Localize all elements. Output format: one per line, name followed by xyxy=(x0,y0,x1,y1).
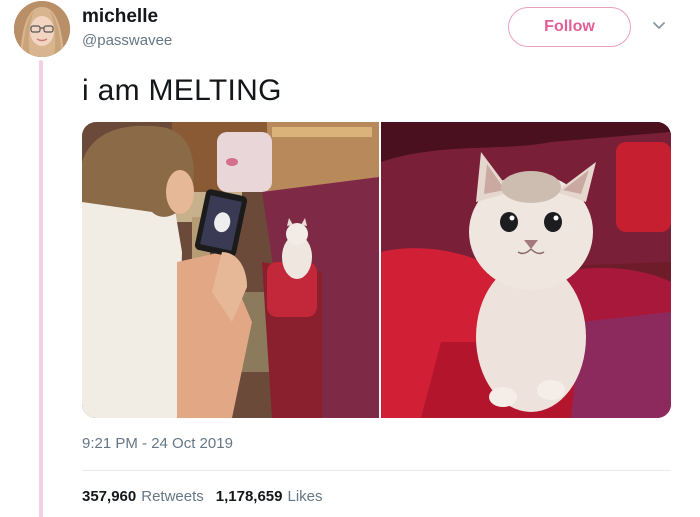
chevron-down-icon[interactable] xyxy=(651,18,667,34)
likes-count: 1,178,659 xyxy=(215,488,283,505)
tweet-media[interactable] xyxy=(82,122,671,418)
tweet-text: i am MELTING xyxy=(82,74,282,107)
likes-stat[interactable]: 1,178,659 Likes xyxy=(216,488,323,505)
retweets-label: Retweets xyxy=(141,488,204,505)
user-handle[interactable]: @passwavee xyxy=(82,32,172,49)
thread-line xyxy=(39,60,43,517)
retweets-stat[interactable]: 357,960 Retweets xyxy=(82,488,204,505)
divider xyxy=(82,470,671,471)
retweets-count: 357,960 xyxy=(82,488,137,505)
avatar[interactable] xyxy=(14,1,70,57)
user-display-name[interactable]: michelle xyxy=(82,6,158,28)
likes-label: Likes xyxy=(287,488,323,505)
tweet-stats: 357,960 Retweets 1,178,659 Likes xyxy=(82,488,335,505)
photo-person-filming-kitten[interactable] xyxy=(82,122,379,418)
photo-kitten-closeup[interactable] xyxy=(381,122,671,418)
follow-button[interactable]: Follow xyxy=(508,7,631,47)
tweet-timestamp[interactable]: 9:21 PM - 24 Oct 2019 xyxy=(82,435,233,452)
